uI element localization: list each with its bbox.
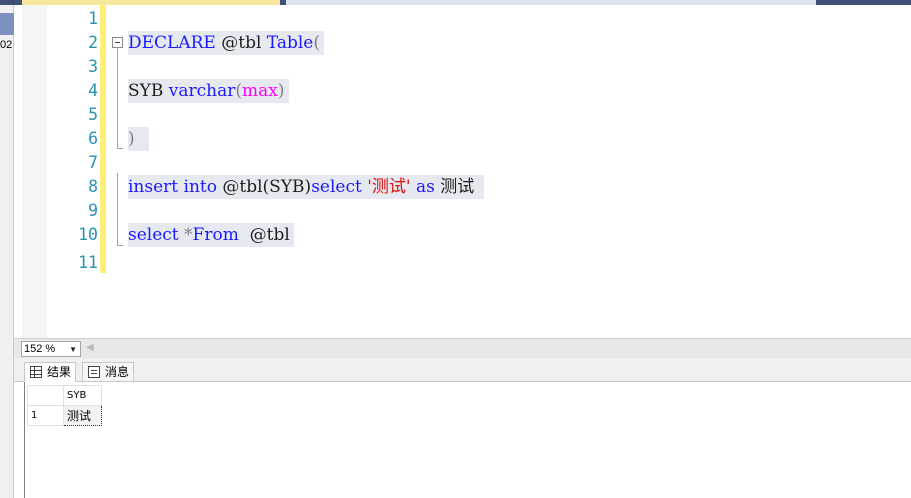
line-number: 4	[88, 81, 98, 100]
grid-corner[interactable]	[27, 385, 64, 406]
tab-results-label: 结果	[47, 365, 72, 379]
line-number: 11	[78, 253, 98, 272]
results-tab-bar: 结果 消息	[14, 358, 911, 382]
code-line-2[interactable]: 2 DECLARE @tbl Table(	[14, 31, 911, 55]
explorer-partial-text: 02	[0, 39, 13, 51]
tab-results[interactable]: 结果	[24, 362, 77, 382]
table-row[interactable]: 1 测试	[27, 405, 102, 426]
line-number: 3	[88, 57, 98, 76]
results-pane: 结果 消息 SYB 1 测试	[14, 358, 911, 498]
line-number: 6	[88, 129, 98, 148]
row-number[interactable]: 1	[27, 405, 64, 426]
string-literal: '测试'	[367, 177, 411, 197]
code-line-11[interactable]: 11	[14, 251, 911, 275]
column-alias: 测试	[434, 177, 475, 197]
code-text: select *From @tbl	[128, 223, 294, 247]
line-number: 1	[88, 9, 98, 28]
keyword-select: select	[128, 225, 179, 245]
code-line-6[interactable]: 6 )	[14, 127, 911, 151]
paren-close: )	[277, 81, 285, 101]
line-number: 10	[78, 225, 98, 244]
column-name: SYB	[128, 81, 169, 101]
column-header[interactable]: SYB	[63, 385, 102, 406]
keyword-declare: DECLARE	[128, 33, 216, 53]
code-line-3[interactable]: 3	[14, 55, 911, 79]
zoom-bar: 152 % ▼ ◀	[14, 338, 911, 358]
keyword-into: into	[183, 177, 217, 197]
code-line-8[interactable]: 8 insert into @tbl(SYB)select '测试' as 测试	[14, 175, 911, 199]
tab-messages-label: 消息	[105, 365, 130, 379]
keyword-from: From	[192, 225, 239, 245]
code-text: DECLARE @tbl Table(	[128, 31, 324, 55]
query-editor[interactable]: 1 2 DECLARE @tbl Table( 3 4 SYB varchar(…	[14, 5, 911, 338]
code-line-10[interactable]: 10 select *From @tbl	[14, 223, 911, 247]
chevron-down-icon[interactable]: ▼	[69, 343, 77, 357]
line-number: 5	[88, 105, 98, 124]
paren-close: )	[128, 129, 135, 149]
code-line-1[interactable]: 1	[14, 7, 911, 31]
line-number: 9	[88, 201, 98, 220]
line-number: 7	[88, 153, 98, 172]
table-variable: @tbl	[215, 33, 267, 53]
results-grid: SYB 1 测试	[27, 385, 102, 426]
tab-messages[interactable]: 消息	[82, 362, 135, 382]
code-text: insert into @tbl(SYB)select '测试' as 测试	[128, 175, 485, 199]
code-line-4[interactable]: 4 SYB varchar(max)	[14, 79, 911, 103]
paren-open: (	[313, 33, 320, 53]
object-explorer-edge: 02	[0, 5, 14, 498]
table-variable: @tbl	[238, 225, 290, 245]
table-target: @tbl(SYB)	[217, 177, 312, 197]
grid-icon	[30, 366, 42, 378]
type-varchar: varchar	[168, 81, 236, 101]
table-cell[interactable]: 测试	[63, 405, 102, 426]
keyword-insert: insert	[128, 177, 179, 197]
explorer-selection-block	[0, 13, 14, 35]
header-row: SYB	[27, 385, 102, 406]
keyword-table: Table	[266, 33, 314, 53]
zoom-value: 152 %	[24, 343, 56, 355]
line-number: 2	[88, 33, 98, 52]
code-line-7[interactable]: 7	[14, 151, 911, 175]
scroll-left-icon[interactable]: ◀	[86, 342, 94, 353]
code-text: SYB varchar(max)	[128, 79, 289, 103]
star-operator: *	[178, 225, 193, 245]
results-grid-area: SYB 1 测试	[24, 382, 911, 498]
code-line-9[interactable]: 9	[14, 199, 911, 223]
zoom-dropdown[interactable]: 152 % ▼	[21, 341, 81, 357]
code-line-5[interactable]: 5	[14, 103, 911, 127]
code-text: )	[128, 127, 149, 151]
line-number: 8	[88, 177, 98, 196]
function-max: max	[242, 81, 278, 101]
keyword-select: select	[311, 177, 362, 197]
keyword-as: as	[416, 177, 435, 197]
message-icon	[88, 366, 100, 378]
